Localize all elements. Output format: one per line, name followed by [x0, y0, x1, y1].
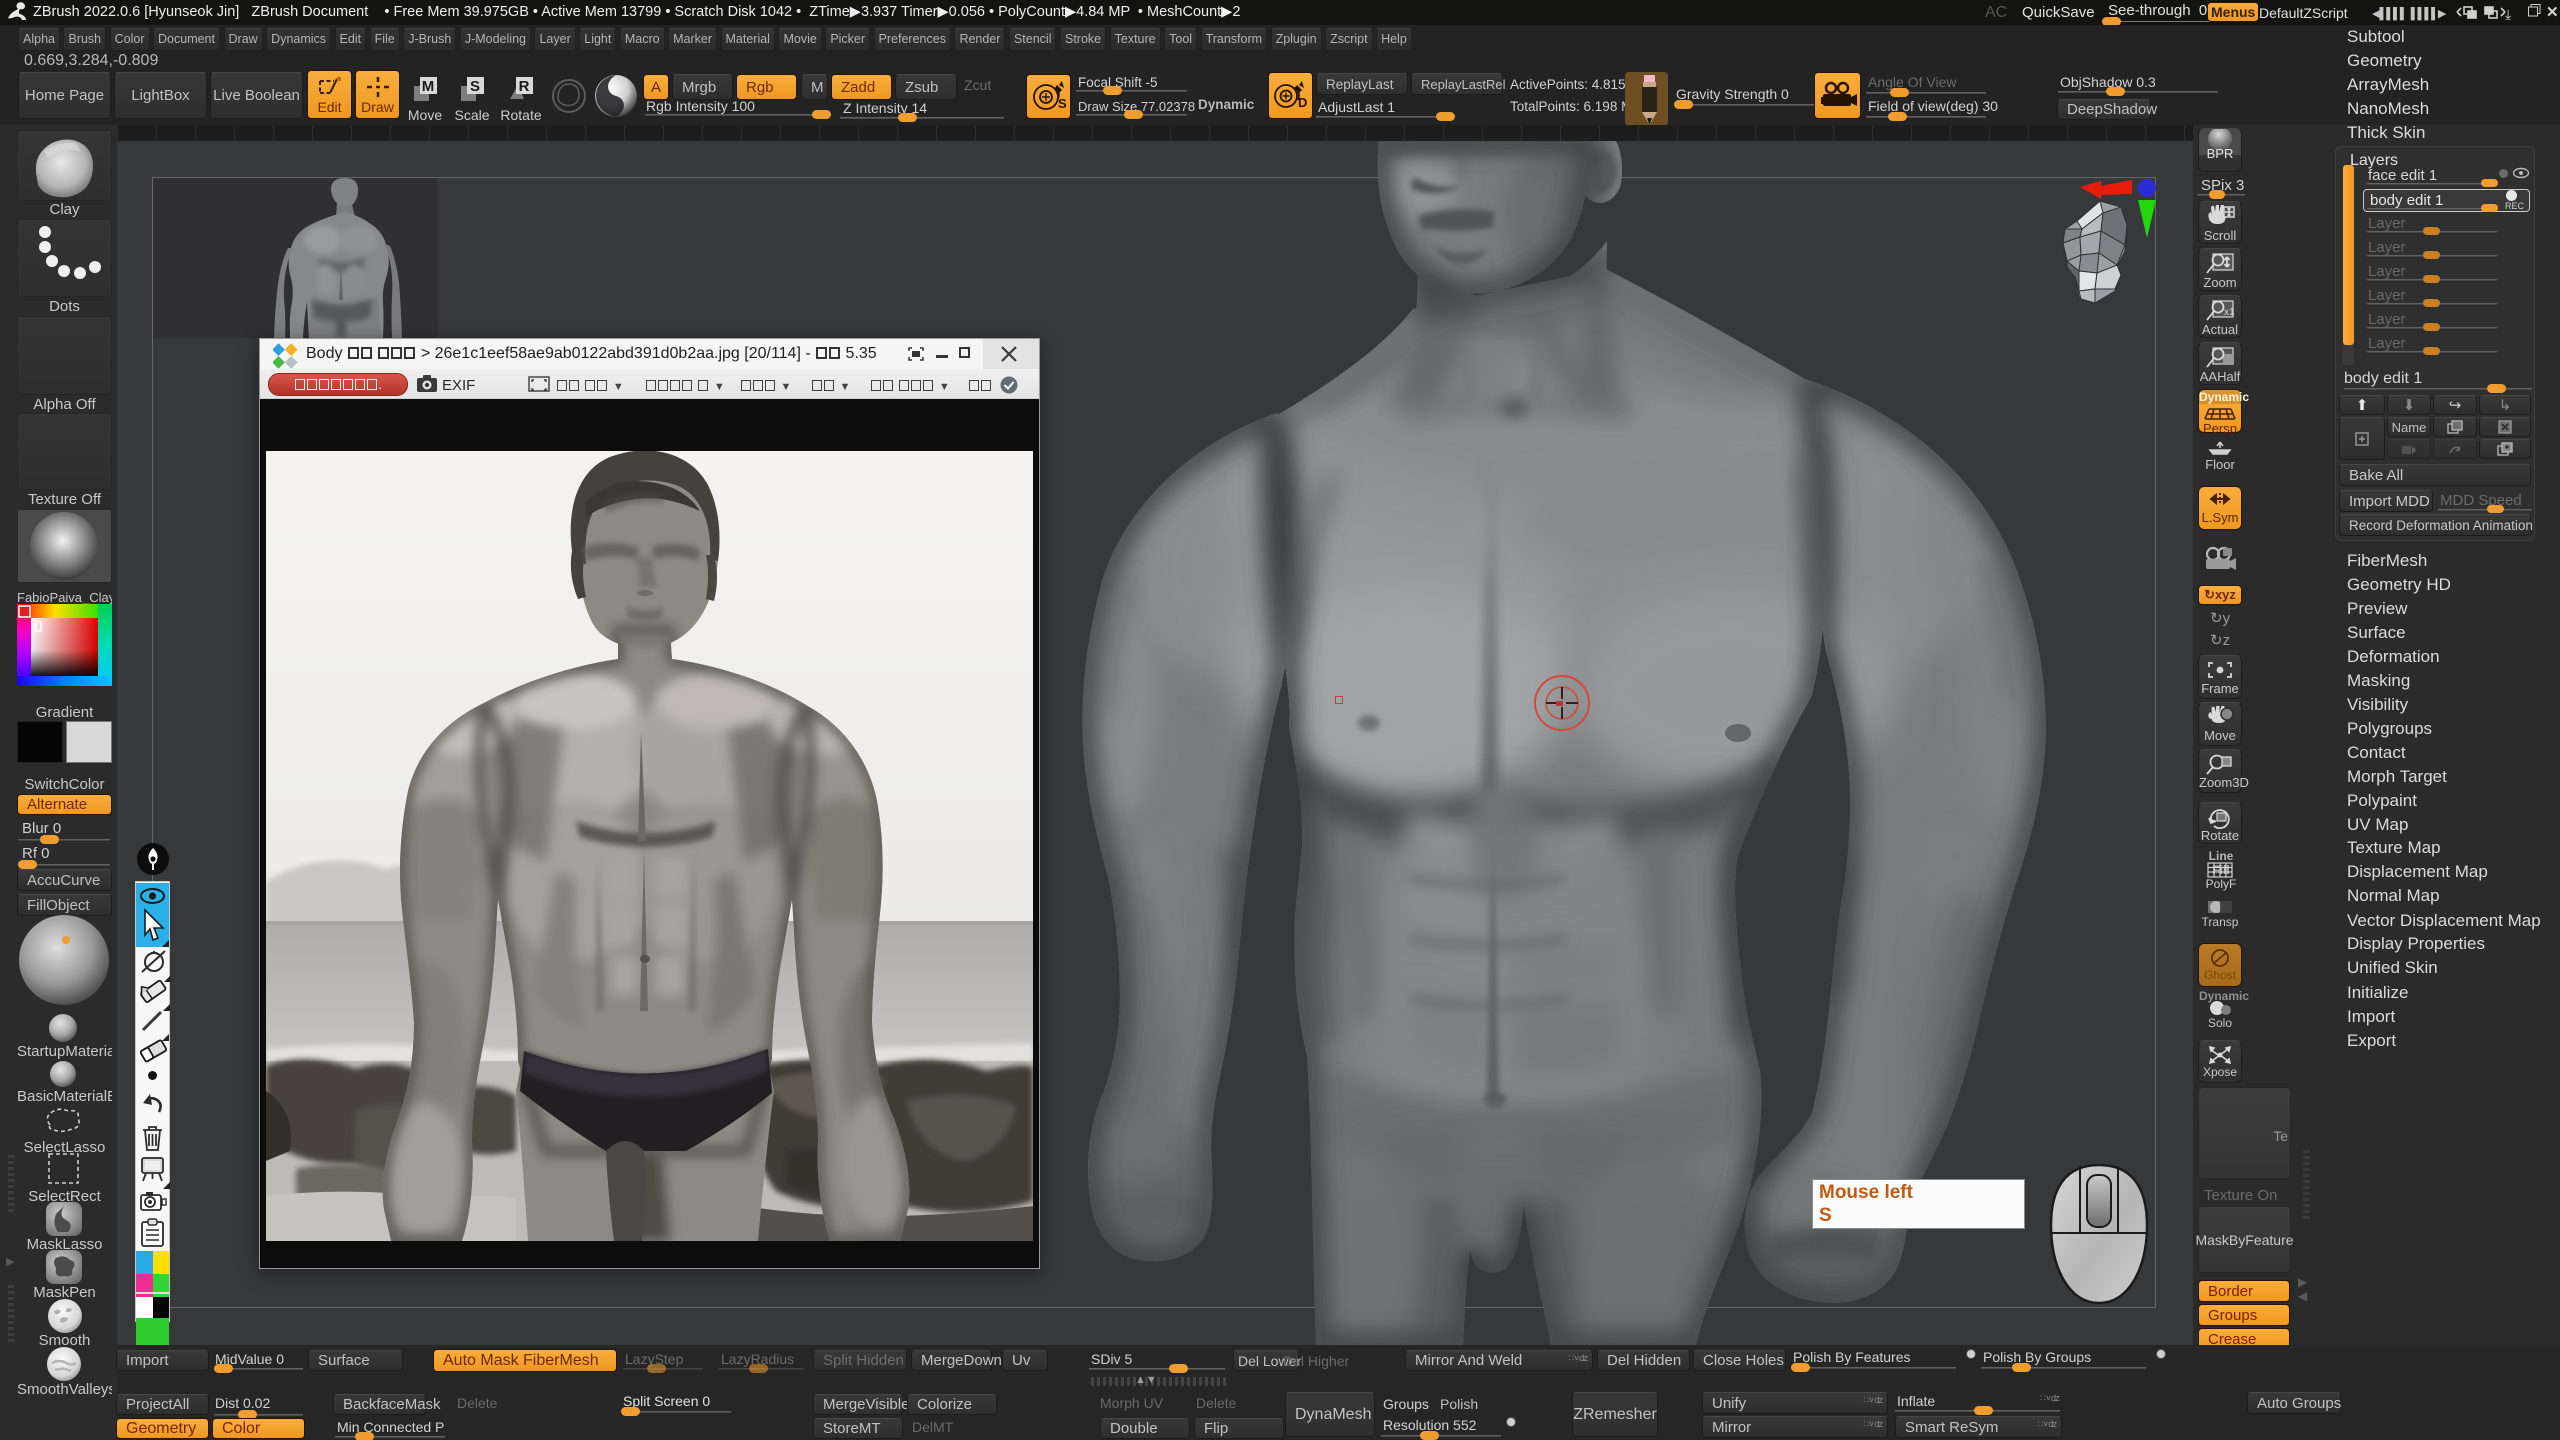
svg-text:R: R — [519, 78, 530, 95]
svg-text:M: M — [422, 78, 435, 95]
svg-text:S: S — [1058, 96, 1067, 111]
svg-text:x1: x1 — [2224, 307, 2235, 318]
svg-text:D: D — [1298, 95, 1307, 110]
svg-text:S: S — [470, 78, 480, 95]
